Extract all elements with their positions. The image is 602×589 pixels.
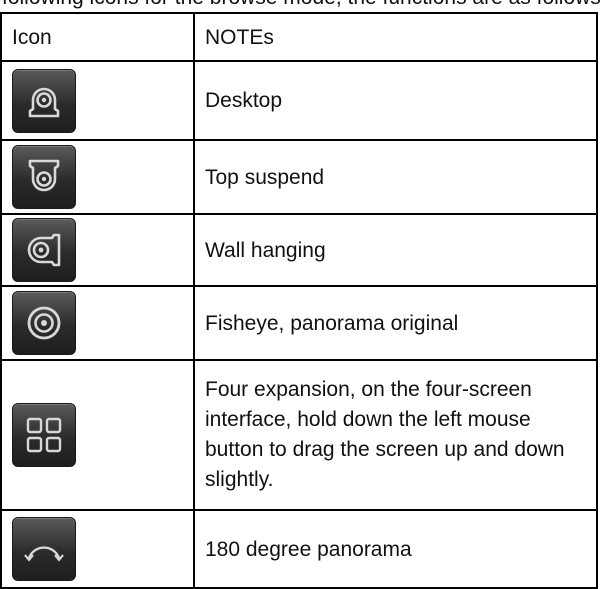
header-notes: NOTEs: [193, 12, 598, 62]
table-row: Desktop: [0, 60, 598, 141]
panorama-180-icon: [12, 517, 76, 581]
table-row: Four expansion, on the four-screen inter…: [0, 359, 598, 511]
table-row: 180 degree panorama: [0, 509, 598, 589]
row-note: 180 degree panorama: [205, 537, 412, 561]
cut-off-intro-line: following icons for the browse mode, the…: [0, 0, 602, 9]
wall-mount-icon: [12, 218, 76, 282]
row-note: Four expansion, on the four-screen inter…: [205, 378, 565, 491]
ceiling-mount-icon: [12, 145, 76, 209]
row-note: Top suspend: [205, 165, 325, 189]
browse-mode-icon-table: Icon NOTEs Desktop Top suspend Wall hang…: [0, 12, 598, 589]
quad-view-icon: [12, 403, 76, 467]
table-row: Fisheye, panorama original: [0, 285, 598, 361]
table-header-row: Icon NOTEs: [0, 12, 598, 62]
table-row: Wall hanging: [0, 213, 598, 287]
fisheye-icon: [12, 291, 76, 355]
header-icon: Icon: [0, 12, 195, 62]
row-note: Fisheye, panorama original: [205, 311, 459, 335]
row-note: Wall hanging: [205, 238, 326, 262]
row-note: Desktop: [205, 89, 283, 112]
table-row: Top suspend: [0, 139, 598, 215]
desktop-mount-icon: [12, 68, 76, 133]
